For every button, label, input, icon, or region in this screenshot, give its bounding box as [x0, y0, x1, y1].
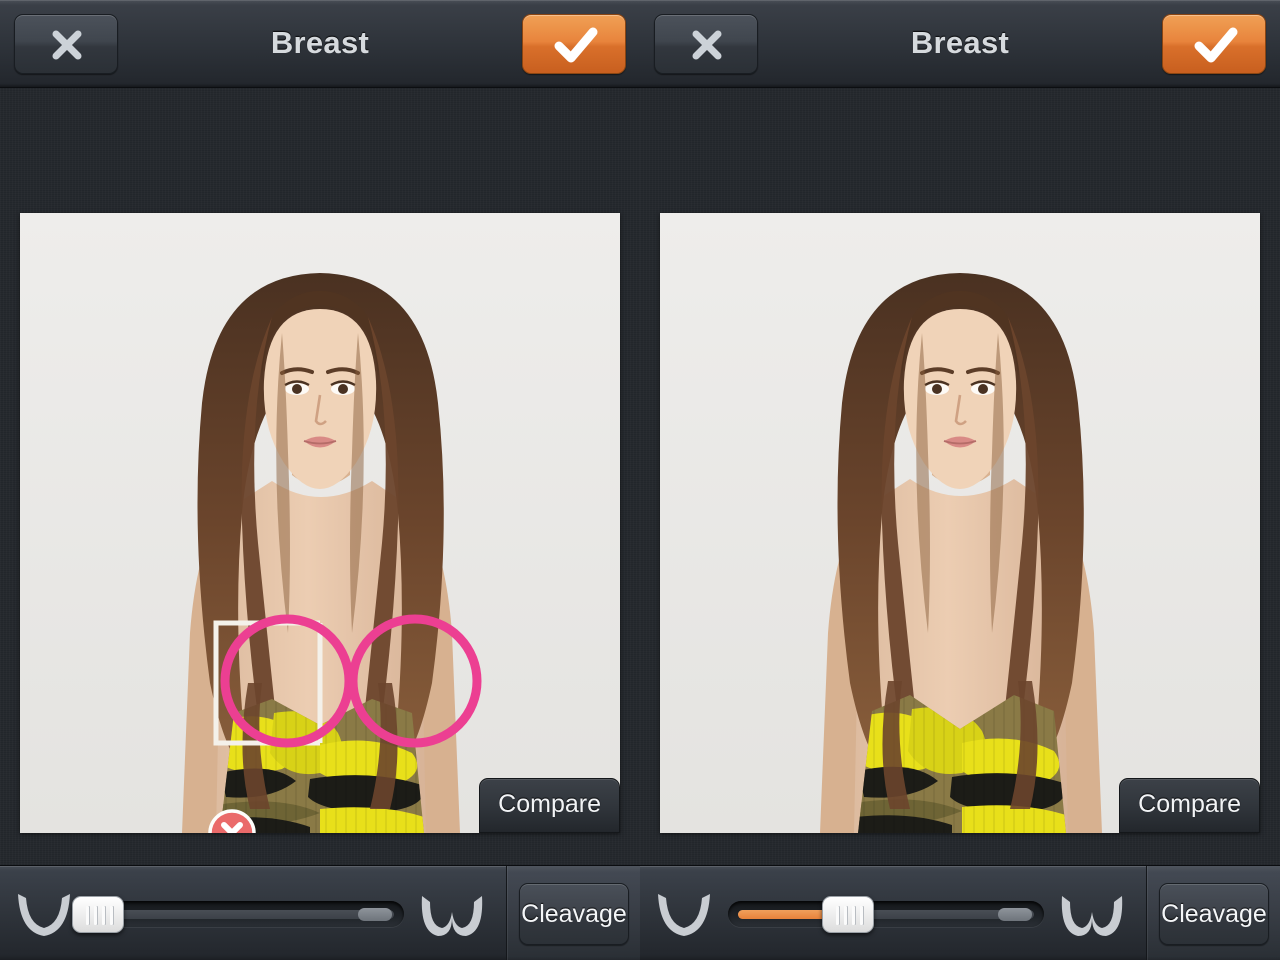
slider-handle[interactable]: [72, 896, 124, 933]
breast-size-slider-right[interactable]: [728, 896, 1044, 933]
checkmark-icon: [1194, 27, 1238, 63]
bra-small-icon: [18, 894, 70, 936]
checkmark-icon: [554, 27, 598, 63]
subject-photo-left: [20, 213, 620, 833]
close-x-icon: [52, 30, 82, 60]
bottom-toolbar-left: Cleavage: [0, 865, 640, 960]
slider-end-knob: [358, 908, 392, 921]
app-root: Breast Compare Cleavage Breast Compare C…: [0, 0, 1280, 960]
top-bar-left: Breast: [0, 0, 640, 88]
photo-canvas-right[interactable]: Compare: [660, 213, 1260, 833]
slider-end-knob: [998, 908, 1032, 921]
subject-photo-right: [660, 213, 1260, 833]
compare-button-left[interactable]: Compare: [479, 778, 620, 833]
bottom-toolbar-right: Cleavage: [640, 865, 1280, 960]
cleavage-zone-right: Cleavage: [1146, 866, 1280, 960]
photo-canvas-left[interactable]: Compare: [20, 213, 620, 833]
panel-left: Breast Compare Cleavage: [0, 0, 640, 960]
cleavage-zone-left: Cleavage: [506, 866, 640, 960]
bra-small-icon: [658, 894, 710, 936]
confirm-button-right[interactable]: [1162, 14, 1266, 74]
cleavage-button-left[interactable]: Cleavage: [519, 883, 629, 945]
breast-size-slider-left[interactable]: [72, 896, 404, 933]
delete-selection-button[interactable]: [208, 809, 256, 833]
slider-handle[interactable]: [821, 896, 874, 933]
cancel-button-left[interactable]: [14, 14, 118, 74]
cleavage-button-right[interactable]: Cleavage: [1159, 883, 1269, 945]
bra-large-icon: [1061, 896, 1123, 936]
slider-track: [98, 910, 394, 919]
compare-button-right[interactable]: Compare: [1119, 778, 1260, 833]
confirm-button-left[interactable]: [522, 14, 626, 74]
cancel-button-right[interactable]: [654, 14, 758, 74]
close-x-icon: [692, 30, 722, 60]
panel-right: Breast Compare Cleavage: [640, 0, 1280, 960]
bra-large-icon: [421, 896, 483, 936]
top-bar-right: Breast: [640, 0, 1280, 88]
